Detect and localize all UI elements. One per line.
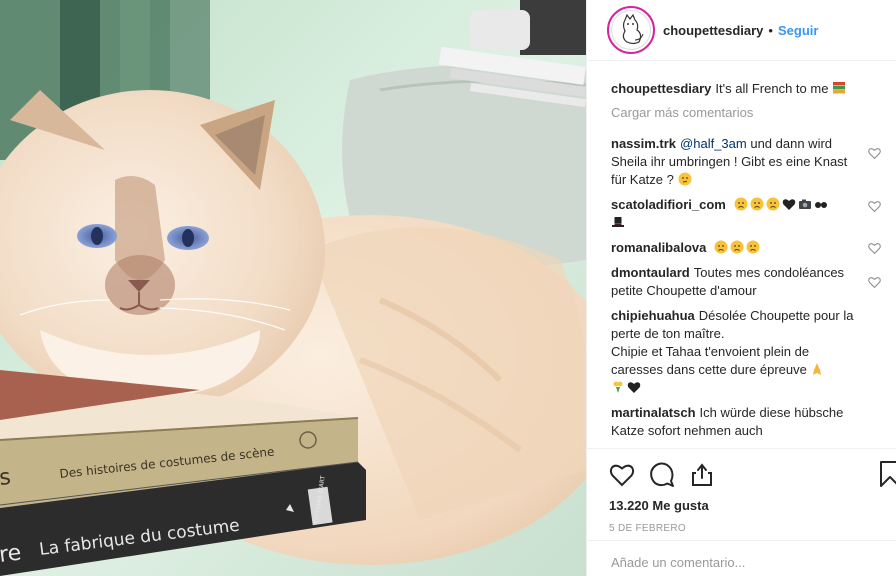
comment-item: nassim.trk @half_3am und dann wird Sheila… <box>611 135 881 189</box>
follow-button[interactable]: Seguir <box>778 23 818 38</box>
bookmark-icon <box>880 461 896 487</box>
comment-item: martinalatsch Ich würde diese hübsche Kat… <box>611 404 875 440</box>
comment-username[interactable]: martinalatsch <box>611 405 696 420</box>
cat-photo-illustration: Des histoires de costumes de scène s La … <box>0 0 586 576</box>
post-actions: 13.220 Me gusta 5 DE FEBRERO <box>587 448 896 534</box>
sad-face-emoji-icon <box>746 240 760 254</box>
caption-username[interactable]: choupettesdiary <box>611 81 711 96</box>
share-button[interactable] <box>689 462 715 488</box>
header-username[interactable]: choupettesdiary <box>663 23 763 38</box>
book-bottom-spine-letters: re <box>0 540 23 568</box>
add-comment-bar <box>587 540 896 576</box>
post-date[interactable]: 5 DE FEBRERO <box>609 523 896 534</box>
comment-username[interactable]: scatoladifiori_com <box>611 197 726 212</box>
thinking-face-emoji-icon <box>678 172 691 186</box>
comment-button[interactable] <box>649 462 675 488</box>
comment-username[interactable]: romanalibalova <box>611 240 706 255</box>
comment-item: dmontaulard Toutes mes condoléances petit… <box>611 264 881 300</box>
cat-logo-icon <box>622 14 644 45</box>
comment-text-continued: Chipie et Tahaa t'envoient plein de care… <box>611 344 810 377</box>
avatar[interactable] <box>607 6 655 54</box>
post-side-panel: choupettesdiary • Seguir choupettesdiary… <box>586 0 896 576</box>
header-separator: • <box>768 22 773 38</box>
comment-username[interactable]: chipiehuahua <box>611 308 695 323</box>
sunglasses-emoji-icon <box>814 202 827 208</box>
comment-username[interactable]: nassim.trk <box>611 136 676 151</box>
comment-mention[interactable]: @half_3am <box>680 136 747 151</box>
like-comment-icon[interactable] <box>868 200 881 212</box>
comment-item: scatoladifiori_com <box>611 196 881 232</box>
load-more-comments-link[interactable]: Cargar más comentarios <box>611 105 875 120</box>
share-icon <box>692 463 712 486</box>
post-header: choupettesdiary • Seguir <box>587 0 896 61</box>
comment-icon <box>650 462 674 487</box>
top-hat-emoji-icon <box>612 217 624 227</box>
black-heart-emoji-icon <box>782 199 795 210</box>
comment-item: chipiehuahua Désolée Choupette pour la pe… <box>611 307 875 397</box>
sad-face-emoji-icon <box>730 240 744 254</box>
comment-username[interactable]: dmontaulard <box>611 265 690 280</box>
sad-face-emoji-icon <box>766 197 779 211</box>
black-heart-emoji-icon <box>627 382 641 393</box>
like-comment-icon[interactable] <box>868 147 881 159</box>
comments-list[interactable]: choupettesdiary It's all French to me Car… <box>587 62 896 448</box>
caption-text: It's all French to me <box>715 81 829 96</box>
post-photo[interactable]: Des histoires de costumes de scène s La … <box>0 0 586 576</box>
folded-hands-emoji-icon <box>813 363 822 375</box>
save-button[interactable] <box>879 461 896 490</box>
like-comment-icon[interactable] <box>868 276 881 288</box>
like-comment-icon[interactable] <box>868 242 881 254</box>
heart-icon <box>609 464 635 487</box>
caption: choupettesdiary It's all French to me <box>611 80 875 98</box>
sad-face-emoji-icon <box>750 197 763 211</box>
comment-item: romanalibalova <box>611 239 881 257</box>
like-button[interactable] <box>609 462 635 488</box>
sad-face-emoji-icon <box>714 240 728 254</box>
bouquet-emoji-icon <box>613 381 623 393</box>
sad-face-emoji-icon <box>734 197 747 211</box>
books-emoji-icon <box>833 82 846 94</box>
add-comment-input[interactable] <box>611 555 871 570</box>
camera-emoji-icon <box>798 199 811 209</box>
likes-count[interactable]: 13.220 Me gusta <box>609 498 896 513</box>
